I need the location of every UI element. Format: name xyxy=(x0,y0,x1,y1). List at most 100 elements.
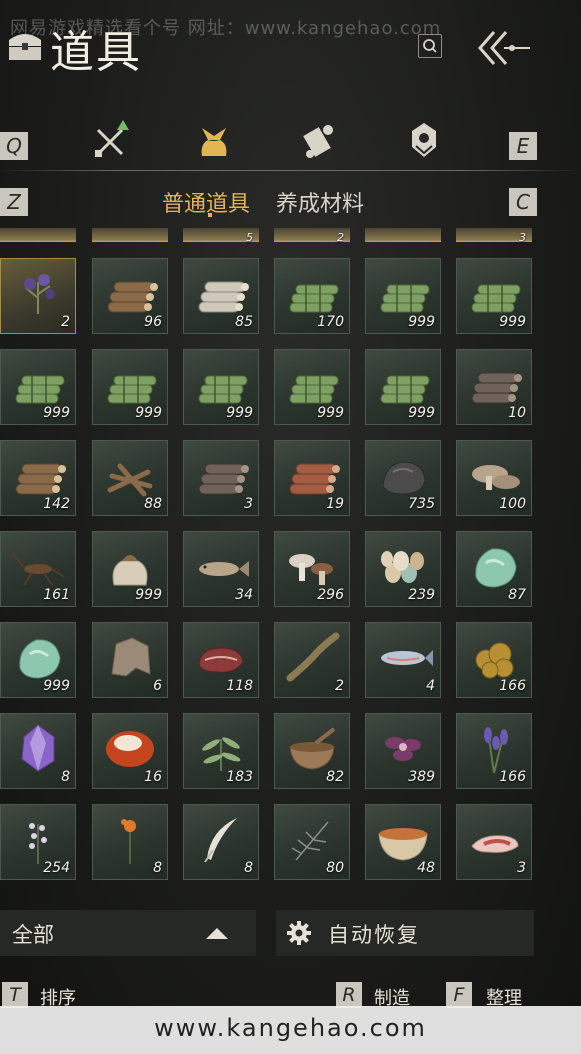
bamboo-icon xyxy=(289,284,339,313)
inventory-slot[interactable]: 161 xyxy=(0,531,76,607)
inventory-slot[interactable]: 166 xyxy=(456,622,532,698)
item-count: 85 xyxy=(235,314,253,330)
item-count: 999 xyxy=(226,405,253,421)
item-count: 6 xyxy=(153,678,162,694)
dark-logs-icon xyxy=(471,372,522,404)
amethyst-icon xyxy=(21,724,55,772)
partial-slot[interactable] xyxy=(0,228,76,242)
inventory-slot[interactable]: 3 xyxy=(183,440,259,516)
inventory-slot[interactable]: 6 xyxy=(92,622,168,698)
inventory-slot[interactable]: 4 xyxy=(365,622,441,698)
inventory-slot[interactable]: 999 xyxy=(183,349,259,425)
item-count: 2 xyxy=(335,678,344,694)
scroll-icon[interactable] xyxy=(300,120,340,160)
inventory-slot[interactable]: 48 xyxy=(365,804,441,880)
inventory-slot[interactable]: 2 xyxy=(0,258,76,334)
item-count: 87 xyxy=(508,587,526,603)
partial-slot[interactable] xyxy=(92,228,168,242)
item-count: 82 xyxy=(326,769,344,785)
inventory-slot[interactable]: 118 xyxy=(183,622,259,698)
partial-slot[interactable]: 2 xyxy=(274,228,350,244)
inventory-slot[interactable]: 296 xyxy=(274,531,350,607)
inventory-slot[interactable]: 999 xyxy=(274,349,350,425)
inventory-slot[interactable]: 999 xyxy=(456,258,532,334)
branches-icon xyxy=(107,463,153,497)
auto-restore-button[interactable]: 自动恢复 xyxy=(276,910,534,956)
eel-icon xyxy=(286,632,340,682)
inventory-slot[interactable]: 142 xyxy=(0,440,76,516)
inventory-slot[interactable]: 254 xyxy=(0,804,76,880)
inventory-slot[interactable]: 2 xyxy=(274,622,350,698)
subtab-next-key[interactable]: C xyxy=(509,188,537,216)
partial-slot[interactable]: 3 xyxy=(456,228,532,244)
inventory-slot[interactable]: 170 xyxy=(274,258,350,334)
item-count: 296 xyxy=(317,587,344,603)
item-count: 239 xyxy=(408,587,435,603)
inventory-slot[interactable]: 735 xyxy=(365,440,441,516)
inventory-slot[interactable]: 239 xyxy=(365,531,441,607)
item-count: 16 xyxy=(144,769,162,785)
partial-slot[interactable]: 5 xyxy=(183,228,259,244)
back-button[interactable] xyxy=(474,28,534,68)
category-next-key[interactable]: E xyxy=(509,132,537,160)
fur-icon xyxy=(111,637,151,677)
item-count: 3 xyxy=(244,496,253,512)
search-button[interactable] xyxy=(418,34,442,58)
inventory-slot[interactable]: 80 xyxy=(274,804,350,880)
item-count: 161 xyxy=(43,587,70,603)
partial-slot[interactable] xyxy=(365,228,441,242)
inventory-slot[interactable]: 999 xyxy=(0,622,76,698)
craft-key[interactable]: R xyxy=(336,982,362,1008)
inventory-slot[interactable]: 999 xyxy=(0,349,76,425)
inventory-slot[interactable]: 999 xyxy=(365,349,441,425)
purple-flower-icon xyxy=(385,737,421,761)
tab-materials[interactable]: 养成材料 xyxy=(276,186,364,218)
inventory-slot[interactable]: 10 xyxy=(456,349,532,425)
inventory-slot[interactable]: 88 xyxy=(92,440,168,516)
tab-normal-items[interactable]: 普通道具 xyxy=(162,186,250,218)
inventory-slot[interactable]: 34 xyxy=(183,531,259,607)
item-count: 10 xyxy=(508,405,526,421)
gem-icon[interactable] xyxy=(404,120,444,160)
inventory-slot[interactable]: 999 xyxy=(92,349,168,425)
item-count: 999 xyxy=(43,405,70,421)
inventory-slot[interactable]: 8 xyxy=(92,804,168,880)
mushroom-icon xyxy=(472,465,520,490)
inventory-slot[interactable]: 87 xyxy=(456,531,532,607)
item-count: 2 xyxy=(337,231,344,244)
inventory-slot[interactable]: 166 xyxy=(456,713,532,789)
item-count: 166 xyxy=(499,678,526,694)
salmon-icon xyxy=(381,650,433,666)
inventory-slot[interactable]: 389 xyxy=(365,713,441,789)
item-count: 8 xyxy=(153,860,162,876)
inventory-slot[interactable]: 19 xyxy=(274,440,350,516)
inventory-slot[interactable]: 999 xyxy=(92,531,168,607)
inventory-slot[interactable]: 85 xyxy=(183,258,259,334)
dark-logs-icon xyxy=(198,463,249,495)
inventory-slot[interactable]: 8 xyxy=(0,713,76,789)
subtab-prev-key[interactable]: Z xyxy=(0,188,28,216)
inventory-slot[interactable]: 999 xyxy=(365,258,441,334)
inventory-slot[interactable]: 82 xyxy=(274,713,350,789)
item-count: 5 xyxy=(246,231,253,244)
category-prev-key[interactable]: Q xyxy=(0,132,28,160)
organize-key[interactable]: F xyxy=(446,982,472,1008)
header: 道具 xyxy=(0,0,581,80)
inventory-slot[interactable]: 100 xyxy=(456,440,532,516)
bamboo-icon xyxy=(471,284,521,313)
item-count: 88 xyxy=(144,496,162,512)
inventory-slot[interactable]: 183 xyxy=(183,713,259,789)
filter-dropdown[interactable]: 全部 xyxy=(0,910,256,956)
grain-sack-icon xyxy=(112,555,148,586)
weapons-icon[interactable] xyxy=(92,120,132,160)
inventory-slot[interactable]: 3 xyxy=(456,804,532,880)
fish-icon xyxy=(199,561,249,577)
bamboo-icon xyxy=(380,284,430,313)
items-bag-icon[interactable] xyxy=(194,120,234,160)
sort-key[interactable]: T xyxy=(2,982,28,1008)
filter-label: 全部 xyxy=(12,923,54,947)
inventory-slot[interactable]: 8 xyxy=(183,804,259,880)
inventory-slot[interactable]: 16 xyxy=(92,713,168,789)
inventory-slot[interactable]: 96 xyxy=(92,258,168,334)
mushrooms-icon xyxy=(289,554,333,585)
